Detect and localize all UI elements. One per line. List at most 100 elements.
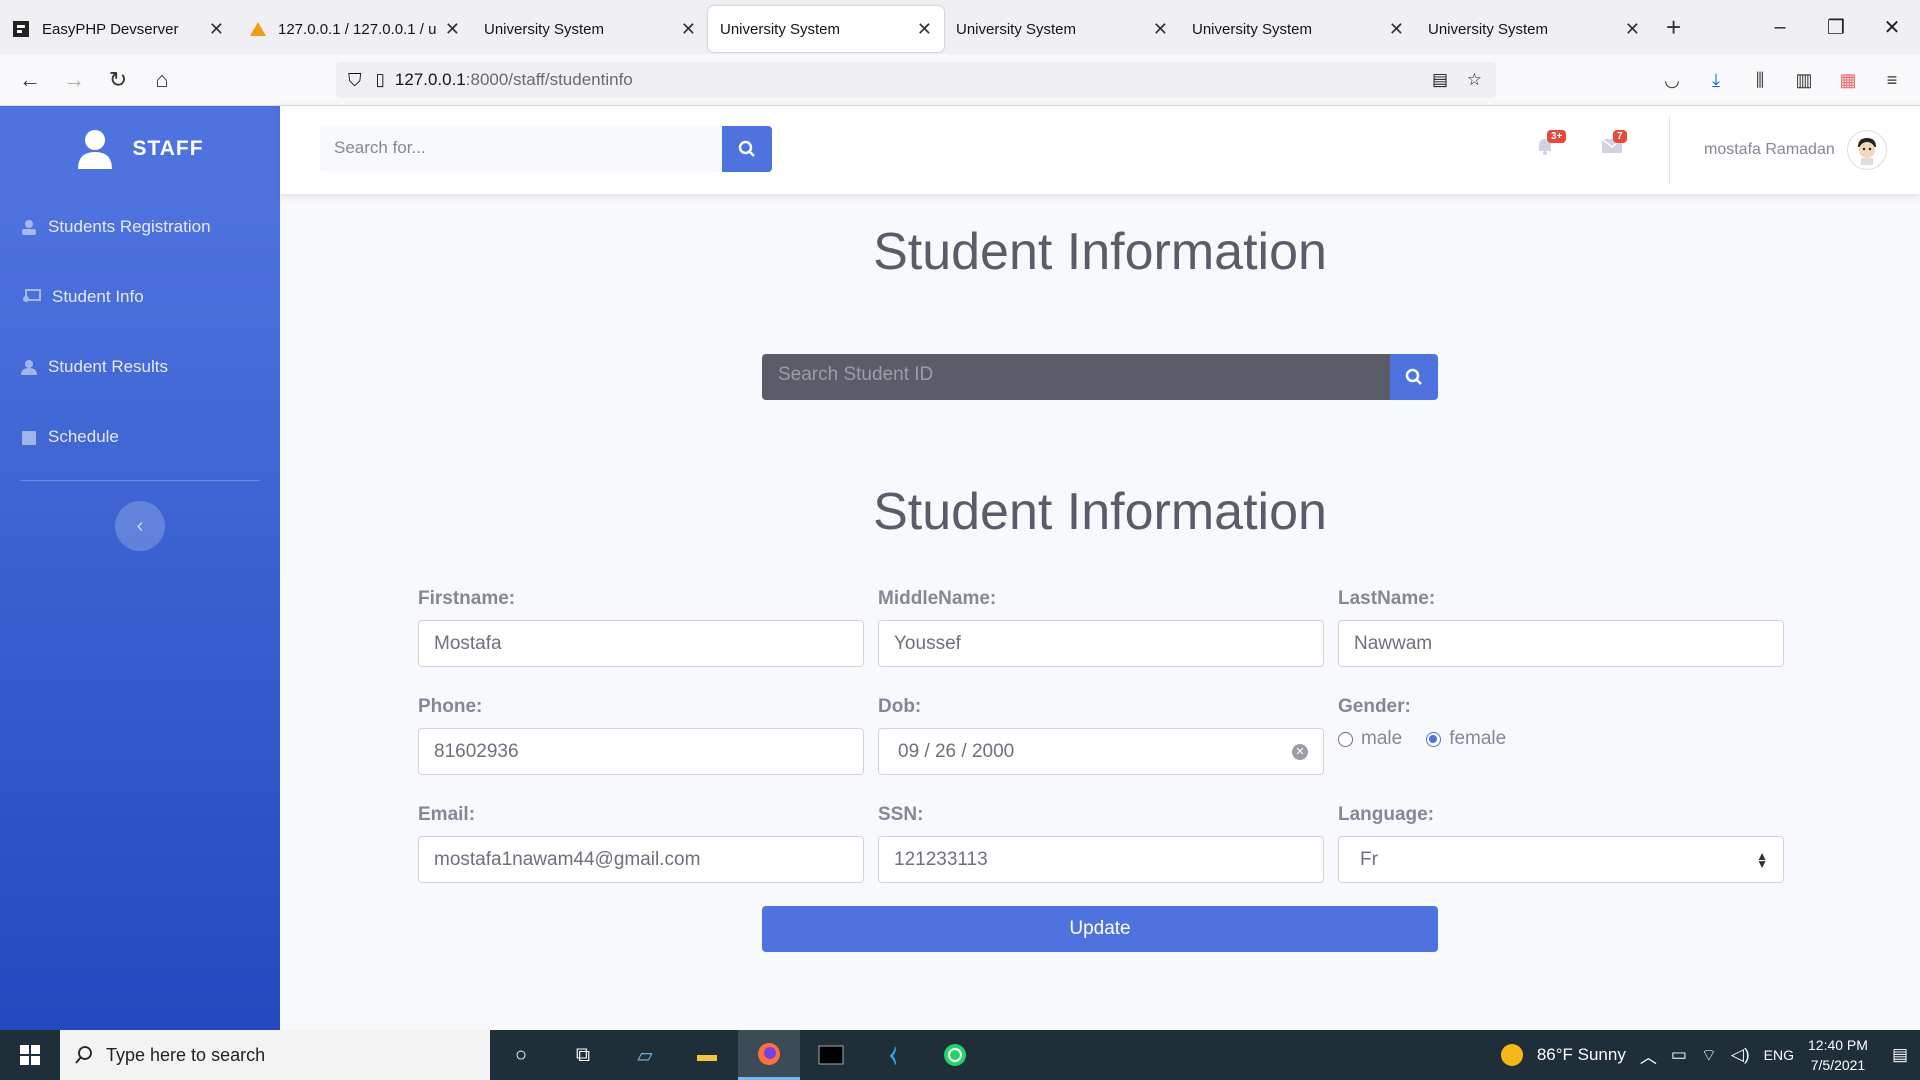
avatar xyxy=(1846,130,1887,170)
sidebar-toggle-button[interactable]: ‹ xyxy=(115,501,165,551)
download-icon[interactable]: ⤓ xyxy=(1698,62,1734,98)
weather-text[interactable]: 86°F Sunny xyxy=(1537,1045,1626,1065)
sidebar-divider xyxy=(20,480,260,481)
close-tab-icon[interactable]: ✕ xyxy=(209,19,224,40)
close-tab-icon[interactable]: ✕ xyxy=(1389,19,1404,40)
vscode-icon[interactable]: ⧼ xyxy=(862,1030,924,1080)
network-app-icon[interactable]: ▱ xyxy=(614,1030,676,1080)
reader-view-icon[interactable]: ▤ xyxy=(1432,70,1448,90)
home-icon[interactable]: ⌂ xyxy=(140,62,184,98)
clear-date-icon[interactable]: ✕ xyxy=(1292,743,1308,760)
firstname-value: Mostafa xyxy=(434,632,502,654)
terminal-icon[interactable] xyxy=(800,1030,862,1080)
taskbar-search-placeholder: Type here to search xyxy=(106,1044,266,1065)
topbar-search-input[interactable]: Search for... xyxy=(320,126,722,172)
clock[interactable]: 12:40 PM 7/5/2021 xyxy=(1808,1035,1868,1075)
lastname-field[interactable]: Nawwam xyxy=(1338,620,1784,667)
notification-icon[interactable]: ▤ xyxy=(1892,1045,1908,1065)
gender-option-male[interactable]: male xyxy=(1338,728,1402,750)
sidebar-item-student-info[interactable]: Student Info xyxy=(0,262,280,332)
ssn-field[interactable]: 121233113 xyxy=(878,836,1324,883)
windows-icon xyxy=(20,1045,40,1065)
library-icon[interactable]: ⫼ xyxy=(1742,62,1778,98)
user-icon xyxy=(78,130,113,169)
topbar: Search for... 3+ 7 mostafa Ramadan xyxy=(280,106,1920,194)
tab-title: University System xyxy=(1192,20,1313,38)
close-tab-icon[interactable]: ✕ xyxy=(445,19,460,40)
close-tab-icon[interactable]: ✕ xyxy=(1153,19,1168,40)
start-button[interactable] xyxy=(0,1030,60,1080)
username: mostafa Ramadan xyxy=(1704,141,1835,158)
browser-tab-bar: EasyPHP Devserver ✕ 127.0.0.1 / 127.0.0.… xyxy=(0,0,1920,54)
pocket-icon[interactable]: ◡ xyxy=(1654,62,1690,98)
student-search-button[interactable] xyxy=(1390,354,1438,400)
tab-title: University System xyxy=(720,20,841,38)
forward-icon[interactable]: → xyxy=(52,62,96,98)
tab-title: 127.0.0.1 / 127.0.0.1 / uni xyxy=(278,20,437,38)
file-explorer-icon[interactable]: ▬ xyxy=(676,1030,738,1080)
sidebar-brand[interactable]: STAFF xyxy=(0,106,280,192)
browser-tab-active[interactable]: University System ✕ xyxy=(708,6,944,52)
menu-icon[interactable]: ≡ xyxy=(1874,62,1910,98)
gender-option-female[interactable]: female xyxy=(1426,728,1506,750)
sidebar-toggle-icon[interactable]: ▥ xyxy=(1786,62,1822,98)
cortana-icon[interactable]: ○ xyxy=(490,1030,552,1080)
volume-icon[interactable]: ◁) xyxy=(1731,1045,1750,1065)
student-search-input[interactable]: Search Student ID xyxy=(762,354,1390,400)
sidebar-item-schedule[interactable]: Schedule xyxy=(0,402,280,472)
user-dropdown[interactable]: mostafa Ramadan xyxy=(1704,130,1887,170)
browser-tab[interactable]: University System ✕ xyxy=(1180,6,1416,52)
new-tab-icon[interactable]: + xyxy=(1666,12,1681,43)
dob-field[interactable]: 09 / 26 / 2000 ✕ xyxy=(878,728,1324,775)
radio-male[interactable] xyxy=(1338,731,1353,747)
ssn-label: SSN: xyxy=(878,804,924,825)
tab-title: EasyPHP Devserver xyxy=(42,20,179,38)
url-bar[interactable]: ⛉ ▯ 127.0.0.1:8000/staff/studentinfo ▤ ☆ xyxy=(336,62,1496,98)
phpmyadmin-icon xyxy=(248,20,268,38)
language-value: Fr xyxy=(1360,848,1378,870)
user-graduate-icon xyxy=(22,220,36,235)
chevron-up-icon[interactable]: ︿ xyxy=(1640,1043,1657,1068)
taskbar-search[interactable]: Type here to search xyxy=(60,1030,490,1080)
close-window-icon[interactable]: ✕ xyxy=(1864,0,1920,54)
language-select[interactable]: Fr ▲ ▼ xyxy=(1338,836,1784,883)
middlename-field[interactable]: Youssef xyxy=(878,620,1324,667)
close-tab-icon[interactable]: ✕ xyxy=(681,19,696,40)
language-indicator[interactable]: ENG xyxy=(1764,1047,1794,1063)
reload-icon[interactable]: ↻ xyxy=(96,62,140,98)
close-tab-icon[interactable]: ✕ xyxy=(1625,19,1640,40)
email-field[interactable]: mostafa1nawam44@gmail.com xyxy=(418,836,864,883)
shield-icon[interactable]: ⛉ xyxy=(348,70,362,91)
search-icon xyxy=(1405,368,1422,385)
close-tab-icon[interactable]: ✕ xyxy=(917,19,932,40)
alerts-dropdown[interactable]: 3+ xyxy=(1535,130,1567,158)
update-button[interactable]: Update xyxy=(762,906,1438,952)
sidebar-item-student-results[interactable]: Student Results xyxy=(0,332,280,402)
bookmark-star-icon[interactable]: ☆ xyxy=(1467,70,1482,90)
browser-tab[interactable]: University System ✕ xyxy=(944,6,1180,52)
extension-icon[interactable]: ▦ xyxy=(1830,62,1866,98)
minimize-icon[interactable]: – xyxy=(1752,0,1808,54)
sidebar: STAFF Students Registration Student Info… xyxy=(0,106,280,1030)
restore-icon[interactable]: ❐ xyxy=(1808,0,1864,54)
weather-sun-icon xyxy=(1500,1044,1523,1066)
phone-field[interactable]: 81602936 xyxy=(418,728,864,775)
phone-value: 81602936 xyxy=(434,740,519,762)
wifi-icon[interactable]: ⌔ xyxy=(1701,1045,1717,1066)
task-view-icon[interactable]: ⧉ xyxy=(552,1030,614,1080)
messages-dropdown[interactable]: 7 xyxy=(1601,130,1627,158)
whatsapp-icon[interactable] xyxy=(924,1030,986,1080)
select-caret-icon: ▲ ▼ xyxy=(1756,848,1768,871)
browser-nav-bar: ← → ↻ ⌂ ⛉ ▯ 127.0.0.1:8000/staff/student… xyxy=(0,54,1920,106)
browser-tab[interactable]: 127.0.0.1 / 127.0.0.1 / uni ✕ xyxy=(236,6,472,52)
browser-tab[interactable]: University System ✕ xyxy=(472,6,708,52)
firefox-icon[interactable] xyxy=(738,1030,800,1080)
browser-tab[interactable]: EasyPHP Devserver ✕ xyxy=(0,6,236,52)
radio-female[interactable] xyxy=(1426,731,1442,747)
sidebar-item-students-registration[interactable]: Students Registration xyxy=(0,192,280,262)
back-icon[interactable]: ← xyxy=(8,62,52,98)
browser-tab[interactable]: University System ✕ xyxy=(1416,6,1652,52)
firstname-field[interactable]: Mostafa xyxy=(418,620,864,667)
battery-icon[interactable]: ▭ xyxy=(1671,1045,1687,1065)
topbar-search-button[interactable] xyxy=(722,126,772,172)
